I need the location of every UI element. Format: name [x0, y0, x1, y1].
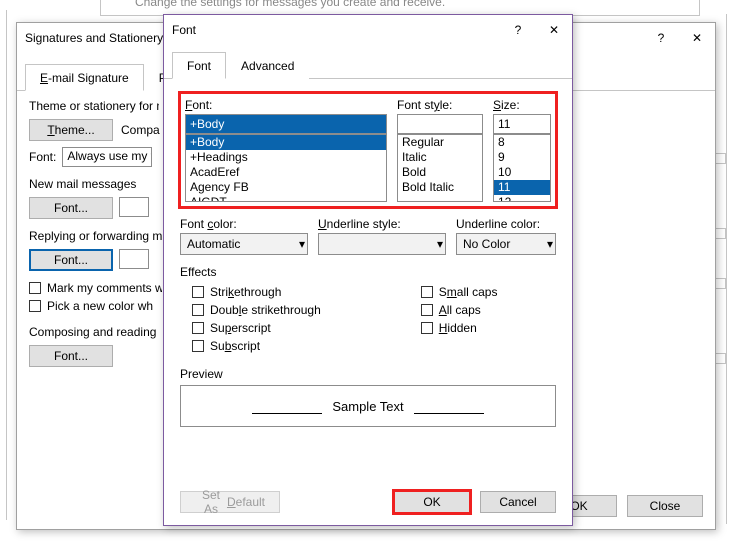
- list-item[interactable]: Italic: [398, 150, 482, 165]
- style-input[interactable]: [397, 114, 483, 134]
- compa-label: Compa: [121, 123, 160, 137]
- chk-label: Strikethrough: [210, 285, 281, 299]
- list-item[interactable]: Agency FB: [186, 180, 386, 195]
- sig-close-button[interactable]: Close: [627, 495, 703, 517]
- new-mail-sample: [119, 197, 149, 217]
- size-field-label: Size:: [493, 98, 551, 112]
- list-item[interactable]: 12: [494, 195, 550, 202]
- list-item[interactable]: 8: [494, 135, 550, 150]
- list-item[interactable]: +Body: [186, 135, 386, 150]
- tab-advanced[interactable]: Advanced: [226, 52, 309, 79]
- list-item[interactable]: 9: [494, 150, 550, 165]
- reply-section-label: Replying or forwarding m: [29, 229, 177, 243]
- underline-color-dropdown[interactable]: No Color ▾: [456, 233, 556, 255]
- small-caps-checkbox[interactable]: Small caps: [421, 283, 498, 301]
- chevron-down-icon: ▾: [299, 237, 305, 251]
- set-default-button[interactable]: Set As Default: [180, 491, 280, 513]
- font-listbox[interactable]: +Body +Headings AcadEref Agency FB AIGDT: [185, 134, 387, 202]
- list-item[interactable]: AcadEref: [186, 165, 386, 180]
- effects-label: Effects: [180, 265, 556, 279]
- font-dialog-title: Font: [172, 23, 500, 37]
- font-input[interactable]: [185, 114, 387, 134]
- subscript-checkbox[interactable]: Subscript: [192, 337, 321, 355]
- font-dialog: Font ? ✕ Font Advanced Font: +Body +Head…: [163, 14, 573, 526]
- list-item[interactable]: 10: [494, 165, 550, 180]
- close-icon[interactable]: ✕: [679, 23, 715, 53]
- chk-label: All caps: [439, 303, 481, 317]
- strikethrough-checkbox[interactable]: Strikethrough: [192, 283, 321, 301]
- chk-label: Small caps: [439, 285, 498, 299]
- list-item[interactable]: AIGDT: [186, 195, 386, 202]
- compose-font-button[interactable]: Font...: [29, 345, 113, 367]
- theme-button[interactable]: Theme...: [29, 119, 113, 141]
- style-field-label: Font style:: [397, 98, 483, 112]
- reply-font-button[interactable]: Font...: [29, 249, 113, 271]
- font-help-button[interactable]: ?: [500, 15, 536, 45]
- chevron-down-icon: ▾: [547, 237, 553, 251]
- compose-section-label: Composing and reading: [29, 325, 169, 339]
- font-dropdown-label: Font:: [29, 150, 56, 164]
- underline-color-label: Underline color:: [456, 217, 556, 231]
- theme-section-label: Theme or stationery for new HTML e-mail …: [29, 99, 159, 113]
- style-listbox[interactable]: Regular Italic Bold Bold Italic: [397, 134, 483, 202]
- double-strikethrough-checkbox[interactable]: Double strikethrough: [192, 301, 321, 319]
- list-item[interactable]: Regular: [398, 135, 482, 150]
- list-item[interactable]: Bold Italic: [398, 180, 482, 195]
- chevron-down-icon: ▾: [437, 237, 443, 251]
- list-item[interactable]: +Headings: [186, 150, 386, 165]
- mark-label: Mark my comments w: [47, 281, 162, 295]
- chk-label: Superscript: [210, 321, 271, 335]
- preview-label: Preview: [180, 367, 556, 381]
- font-field-label: Font:: [185, 98, 387, 112]
- tab-email-signature[interactable]: E-mail Signature: [25, 64, 144, 91]
- tab-font[interactable]: Font: [172, 52, 226, 79]
- reply-sample: [119, 249, 149, 269]
- font-usage-display: Always use my fonts: [62, 147, 152, 167]
- font-close-icon[interactable]: ✕: [536, 15, 572, 45]
- font-color-label: Font color:: [180, 217, 308, 231]
- font-cancel-button[interactable]: Cancel: [480, 491, 556, 513]
- preview-text: Sample Text: [332, 399, 403, 414]
- preview-box: Sample Text: [180, 385, 556, 427]
- uline-color-value: No Color: [463, 237, 510, 251]
- list-item[interactable]: Bold: [398, 165, 482, 180]
- font-color-dropdown[interactable]: Automatic ▾: [180, 233, 308, 255]
- size-listbox[interactable]: 8 9 10 11 12: [493, 134, 551, 202]
- help-button[interactable]: ?: [643, 23, 679, 53]
- color-value: Automatic: [187, 237, 240, 251]
- underline-style-dropdown[interactable]: ▾: [318, 233, 446, 255]
- underline-style-label: Underline style:: [318, 217, 446, 231]
- chk-label: Double strikethrough: [210, 303, 321, 317]
- hidden-checkbox[interactable]: Hidden: [421, 319, 498, 337]
- chk-label: Hidden: [439, 321, 477, 335]
- all-caps-checkbox[interactable]: All caps: [421, 301, 498, 319]
- size-input[interactable]: [493, 114, 551, 134]
- font-ok-button[interactable]: OK: [394, 491, 470, 513]
- pick-label: Pick a new color wh: [47, 299, 162, 313]
- list-item[interactable]: 11: [494, 180, 550, 195]
- font-titlebar: Font ? ✕: [164, 15, 572, 45]
- superscript-checkbox[interactable]: Superscript: [192, 319, 321, 337]
- new-mail-font-button[interactable]: Font...: [29, 197, 113, 219]
- chk-label: Subscript: [210, 339, 260, 353]
